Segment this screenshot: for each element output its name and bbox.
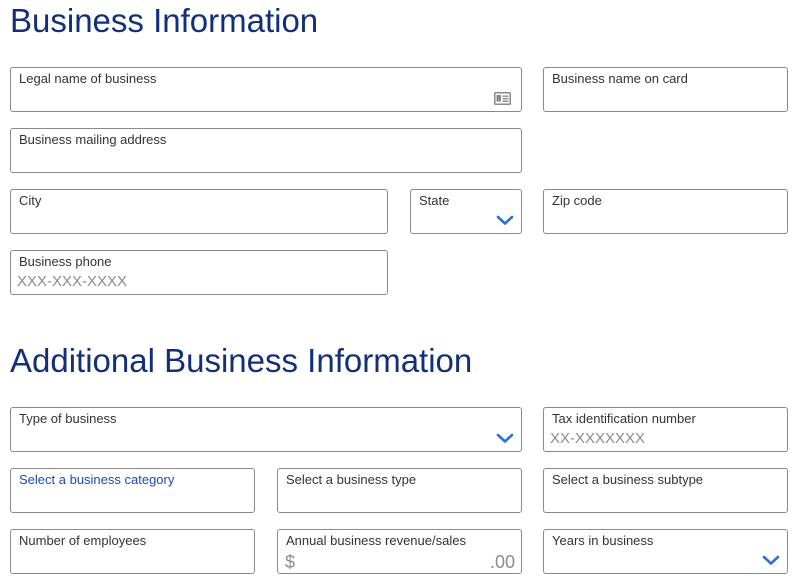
business-category-label: Select a business category bbox=[19, 472, 175, 487]
name-on-card-label: Business name on card bbox=[552, 71, 688, 86]
legal-name-field[interactable]: Legal name of business bbox=[10, 67, 522, 112]
additional-business-information-heading: Additional Business Information bbox=[10, 342, 473, 379]
legal-name-label: Legal name of business bbox=[19, 71, 157, 86]
tax-id-placeholder: XX-XXXXXXX bbox=[550, 430, 646, 447]
tax-id-field[interactable]: Tax identification number XX-XXXXXXX bbox=[543, 407, 788, 452]
name-on-card-field[interactable]: Business name on card bbox=[543, 67, 788, 112]
business-phone-field[interactable]: Business phone XXX-XXX-XXXX bbox=[10, 250, 388, 295]
business-type-select[interactable]: Select a business type bbox=[277, 468, 522, 513]
business-category-select[interactable]: Select a business category bbox=[10, 468, 255, 513]
business-subtype-label: Select a business subtype bbox=[552, 472, 704, 487]
type-of-business-select[interactable]: Type of business bbox=[10, 407, 522, 452]
zip-code-label: Zip code bbox=[552, 193, 602, 208]
mailing-address-label: Business mailing address bbox=[19, 132, 167, 147]
id-card-icon[interactable] bbox=[494, 92, 511, 105]
dollar-prefix: $ bbox=[285, 552, 296, 572]
chevron-down-icon bbox=[496, 215, 514, 225]
number-of-employees-label: Number of employees bbox=[19, 533, 147, 548]
years-in-business-select[interactable]: Years in business bbox=[543, 529, 788, 574]
cents-suffix: .00 bbox=[489, 552, 515, 572]
chevron-down-icon bbox=[496, 433, 514, 443]
mailing-address-field[interactable]: Business mailing address bbox=[10, 128, 522, 173]
number-of-employees-field[interactable]: Number of employees bbox=[10, 529, 255, 574]
business-subtype-select[interactable]: Select a business subtype bbox=[543, 468, 788, 513]
annual-revenue-label: Annual business revenue/sales bbox=[286, 533, 466, 548]
business-phone-placeholder: XXX-XXX-XXXX bbox=[17, 273, 128, 290]
business-information-heading: Business Information bbox=[10, 2, 319, 39]
tax-id-label: Tax identification number bbox=[552, 411, 696, 426]
state-select[interactable]: State bbox=[410, 189, 522, 234]
business-phone-label: Business phone bbox=[19, 254, 112, 269]
type-of-business-label: Type of business bbox=[19, 411, 117, 426]
zip-code-field[interactable]: Zip code bbox=[543, 189, 788, 234]
city-label: City bbox=[19, 193, 42, 208]
years-in-business-label: Years in business bbox=[552, 533, 654, 548]
annual-revenue-field[interactable]: Annual business revenue/sales $ .00 bbox=[277, 529, 522, 574]
chevron-down-icon bbox=[762, 555, 780, 565]
business-type-label: Select a business type bbox=[286, 472, 417, 487]
city-field[interactable]: City bbox=[10, 189, 388, 234]
state-label: State bbox=[419, 193, 450, 208]
